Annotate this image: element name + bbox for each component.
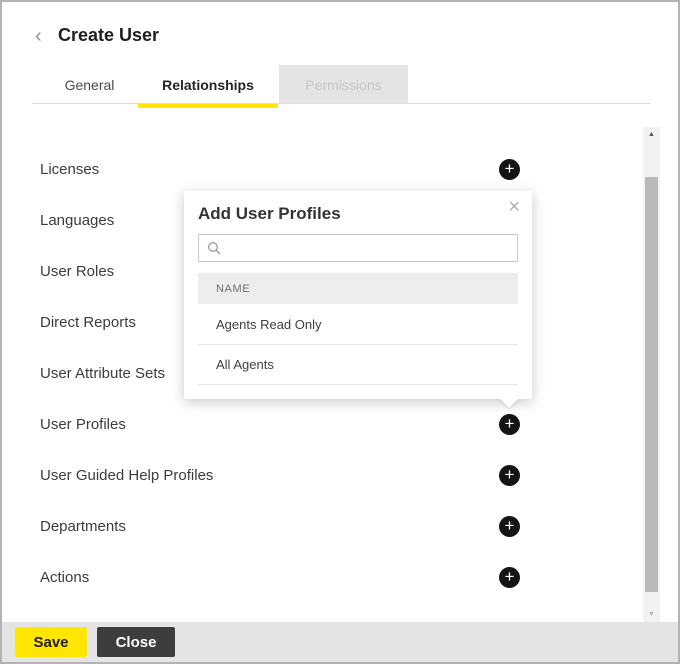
list-item-label: Agents Read Only [216,316,322,332]
table-header-name: NAME [198,273,518,304]
search-box [198,234,518,262]
page-title: Create User [58,25,160,45]
section-row-licenses: Licenses + [40,144,520,194]
tab-permissions-label: Permissions [305,76,382,93]
section-label: Licenses [40,160,100,178]
list-item-agents-read-only[interactable]: Agents Read Only [198,304,518,345]
tab-general-label: General [64,76,115,93]
close-button[interactable]: Close [97,627,175,657]
section-label: Languages [40,211,115,229]
section-label: User Guided Help Profiles [40,466,214,484]
tab-relationships[interactable]: Relationships [138,65,278,108]
search-icon [208,242,221,255]
search-input[interactable] [227,240,509,256]
section-label: Actions [40,568,90,586]
tab-permissions: Permissions [279,65,408,104]
section-label: User Attribute Sets [40,364,166,382]
footer-bar: Save Close [2,622,678,662]
table-header-label: NAME [216,282,251,295]
scroll-up-icon[interactable]: ▲ [643,127,660,143]
tab-general[interactable]: General [42,65,137,104]
scrollbar-thumb[interactable] [645,177,658,592]
add-licenses-icon[interactable]: + [499,158,520,180]
create-user-window: ‹ Create User General Relationships Perm… [0,0,680,664]
vertical-scrollbar[interactable]: ▲ ▼ [643,127,660,623]
add-actions-icon[interactable]: + [499,566,520,588]
popup-title: Add User Profiles [198,204,341,223]
add-user-guided-help-profiles-icon[interactable]: + [499,464,520,486]
back-icon[interactable]: ‹ [35,26,42,46]
save-button[interactable]: Save [15,627,87,657]
section-label: Direct Reports [40,313,136,331]
add-user-profiles-icon[interactable]: + [499,413,520,435]
scroll-down-icon[interactable]: ▼ [643,607,660,623]
section-row-departments: Departments + [40,501,520,551]
section-label: User Profiles [40,415,126,433]
tab-relationships-label: Relationships [162,76,254,93]
add-user-profiles-popup: Add User Profiles × NAME Agents Read Onl… [184,191,532,408]
section-row-user-guided-help-profiles: User Guided Help Profiles + [40,450,520,500]
section-row-actions: Actions + [40,552,520,602]
section-row-user-profiles: User Profiles + [40,399,520,449]
tabs-divider [32,103,651,104]
list-item-label: All Agents [216,357,274,372]
popup-caret [499,398,519,408]
list-item-all-agents[interactable]: All Agents [198,345,518,385]
close-icon[interactable]: × [508,197,520,217]
section-label: User Roles [40,262,115,280]
add-departments-icon[interactable]: + [499,515,520,537]
section-label: Departments [40,517,126,535]
